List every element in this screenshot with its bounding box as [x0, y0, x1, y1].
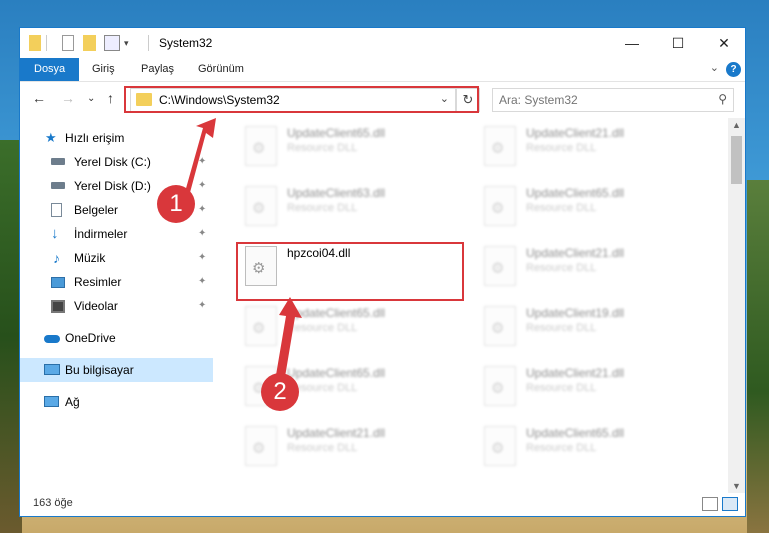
arrow-2	[272, 297, 302, 383]
annotation-arrows	[172, 118, 302, 383]
step-2-marker: 2	[261, 373, 299, 411]
step-1-marker: 1	[157, 185, 195, 223]
